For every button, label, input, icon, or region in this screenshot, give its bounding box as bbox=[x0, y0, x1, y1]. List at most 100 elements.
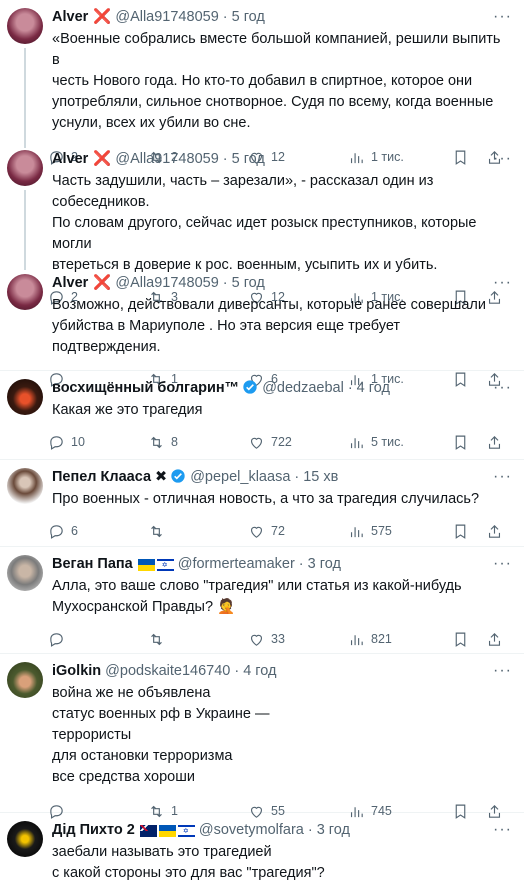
bookmark-button[interactable] bbox=[452, 434, 486, 451]
text-line: все средства хороши bbox=[52, 769, 195, 785]
action-bar: 6 72 575 bbox=[48, 514, 512, 548]
more-options-icon[interactable]: ··· bbox=[493, 150, 512, 168]
bookmark-button[interactable] bbox=[452, 523, 486, 540]
ukraine-flag-icon bbox=[137, 558, 155, 571]
thread-line bbox=[24, 48, 26, 148]
more-options-icon[interactable]: ··· bbox=[493, 274, 512, 292]
reply-icon bbox=[50, 524, 63, 539]
avatar[interactable] bbox=[7, 555, 43, 591]
more-options-icon[interactable]: ··· bbox=[493, 468, 512, 486]
reply-button[interactable] bbox=[48, 631, 148, 648]
tweet[interactable]: Пепел Клааса ✖ @pepel_klaasa · 15 хв ···… bbox=[0, 460, 524, 547]
like-count: 33 bbox=[271, 632, 285, 646]
timestamp[interactable]: 5 год bbox=[232, 8, 265, 27]
avatar[interactable] bbox=[7, 8, 43, 44]
text-line: Алла, это ваше слово "трагедия" или стат… bbox=[52, 578, 462, 594]
thread-line bbox=[24, 190, 26, 270]
more-options-icon[interactable]: ··· bbox=[493, 821, 512, 839]
avatar[interactable] bbox=[7, 662, 43, 698]
tweet[interactable]: Веган Папа ✡ @formerteamaker · 3 год ···… bbox=[0, 547, 524, 654]
text-line: заебали называть это трагедией bbox=[52, 844, 272, 860]
bookmark-icon bbox=[455, 632, 466, 647]
like-count: 722 bbox=[271, 435, 292, 449]
text-line: для остановки терроризма bbox=[52, 748, 233, 764]
timestamp[interactable]: 4 год bbox=[243, 662, 276, 681]
author-handle[interactable]: @Alla91748059 bbox=[115, 150, 218, 169]
retweet-icon bbox=[151, 633, 162, 645]
author-name[interactable]: Alver bbox=[52, 8, 88, 27]
separator-dot: · bbox=[222, 275, 228, 291]
tweet[interactable]: восхищённый болгарин™ @dedzaebal · 4 год… bbox=[0, 371, 524, 460]
author-name[interactable]: восхищённый болгарин™ bbox=[52, 379, 239, 398]
tweet[interactable]: Дід Пихто 2 ✡ @sovetymolfara · 3 год ···… bbox=[0, 813, 524, 893]
author-handle[interactable]: @pepel_klaasa bbox=[190, 468, 290, 487]
more-options-icon[interactable]: ··· bbox=[493, 8, 512, 26]
like-count: 72 bbox=[271, 524, 285, 538]
avatar[interactable] bbox=[7, 274, 43, 310]
tweet[interactable]: iGolkin @podskaite146740 · 4 год ··· вой… bbox=[0, 654, 524, 819]
avatar[interactable] bbox=[7, 468, 43, 504]
cross-mark-icon: ❌ bbox=[93, 9, 112, 25]
share-icon bbox=[488, 632, 501, 646]
author-name[interactable]: Alver bbox=[52, 150, 88, 169]
share-button[interactable] bbox=[486, 631, 506, 648]
more-options-icon[interactable]: ··· bbox=[493, 379, 512, 397]
tweet-text: Часть задушили, часть – зарезали», - рас… bbox=[52, 171, 512, 276]
views-button[interactable]: 5 тис. bbox=[348, 434, 452, 451]
timestamp[interactable]: 5 год bbox=[232, 274, 265, 293]
author-handle[interactable]: @podskaite146740 bbox=[105, 662, 230, 681]
author-handle[interactable]: @Alla91748059 bbox=[115, 8, 218, 27]
ukraine-flag-icon bbox=[158, 824, 176, 837]
avatar[interactable] bbox=[7, 379, 43, 415]
retweet-button[interactable]: 8 bbox=[148, 434, 248, 451]
timestamp[interactable]: 5 год bbox=[232, 150, 265, 169]
separator-dot: · bbox=[294, 469, 300, 485]
views-button[interactable]: 821 bbox=[348, 631, 452, 648]
avatar[interactable] bbox=[7, 150, 43, 186]
share-button[interactable] bbox=[486, 434, 506, 451]
author-name[interactable]: Дід Пихто 2 bbox=[52, 821, 135, 840]
views-icon bbox=[350, 634, 363, 645]
reply-button[interactable]: 6 bbox=[48, 523, 148, 540]
like-button[interactable]: 722 bbox=[248, 434, 348, 451]
views-button[interactable]: 575 bbox=[348, 523, 452, 540]
author-name[interactable]: iGolkin bbox=[52, 662, 101, 681]
reply-button[interactable]: 10 bbox=[48, 434, 148, 451]
author-name[interactable]: Пепел Клааса bbox=[52, 468, 151, 487]
action-bar: 10 8 722 5 тис. bbox=[48, 425, 512, 459]
tweet[interactable]: Alver ❌ @Alla91748059 · 5 год ··· Часть … bbox=[0, 142, 524, 305]
author-name[interactable]: Веган Папа bbox=[52, 555, 133, 574]
bookmark-button[interactable] bbox=[452, 631, 486, 648]
text-line: уснули, всех их убили во сне. bbox=[52, 115, 251, 131]
tweet[interactable]: Alver ❌ @Alla91748059 · 5 год ··· «Военн… bbox=[0, 0, 524, 165]
author-handle[interactable]: @dedzaebal bbox=[262, 379, 344, 398]
tweet-text: война же не объявлена статус военных рф … bbox=[52, 683, 512, 788]
timestamp[interactable]: 15 хв bbox=[303, 468, 338, 487]
author-handle[interactable]: @Alla91748059 bbox=[115, 274, 218, 293]
author-handle[interactable]: @formerteamaker bbox=[178, 555, 295, 574]
text-line: убийства в Мариуполе . Но эта версия еще… bbox=[52, 318, 401, 355]
retweet-button[interactable] bbox=[148, 631, 248, 648]
more-options-icon[interactable]: ··· bbox=[493, 662, 512, 680]
separator-dot: · bbox=[347, 380, 353, 396]
tweet-text: Про военных - отличная новость, а что за… bbox=[52, 489, 512, 510]
tweet[interactable]: Alver ❌ @Alla91748059 · 5 год ··· Возмож… bbox=[0, 266, 524, 387]
timestamp[interactable]: 3 год bbox=[317, 821, 350, 840]
retweet-button[interactable] bbox=[148, 523, 248, 540]
like-button[interactable]: 33 bbox=[248, 631, 348, 648]
author-name[interactable]: Alver bbox=[52, 274, 88, 293]
more-options-icon[interactable]: ··· bbox=[493, 555, 512, 573]
separator-dot: · bbox=[222, 151, 228, 167]
like-button[interactable]: 72 bbox=[248, 523, 348, 540]
author-handle[interactable]: @sovetymolfara bbox=[199, 821, 304, 840]
text-line: честь Нового года. Но кто-то добавил в с… bbox=[52, 73, 473, 89]
heart-icon bbox=[250, 634, 263, 646]
timestamp[interactable]: 3 год bbox=[308, 555, 341, 574]
avatar[interactable] bbox=[7, 821, 43, 857]
timestamp[interactable]: 4 год bbox=[357, 379, 390, 398]
views-icon bbox=[350, 526, 363, 537]
text-line: употребляли, сильное снотворное. Судя по… bbox=[52, 94, 494, 110]
retweet-count: 8 bbox=[171, 435, 178, 449]
tweet-text: Какая же это трагедия bbox=[52, 400, 512, 421]
share-button[interactable] bbox=[486, 523, 506, 540]
